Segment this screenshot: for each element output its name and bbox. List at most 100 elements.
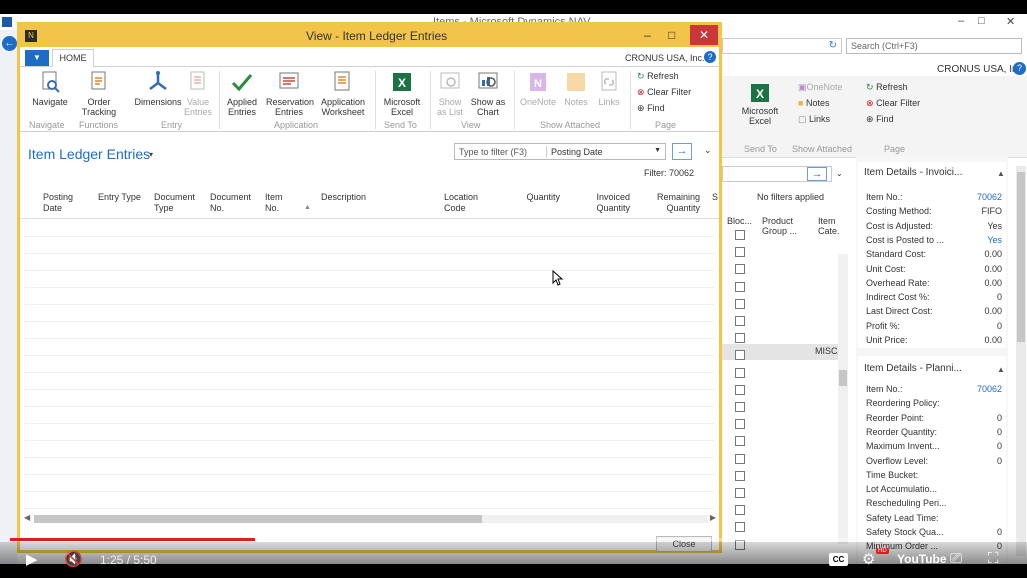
table-row[interactable] bbox=[24, 508, 714, 509]
tab-home[interactable]: HOME bbox=[52, 49, 94, 68]
chevron-down-icon[interactable]: ▾ bbox=[149, 150, 153, 159]
table-row[interactable] bbox=[24, 355, 714, 356]
links-button[interactable]: Links bbox=[594, 67, 624, 107]
blocked-checkbox[interactable] bbox=[735, 384, 745, 395]
table-row[interactable] bbox=[24, 304, 714, 305]
microsoft-excel-button[interactable]: X Microsoft Excel bbox=[380, 67, 424, 117]
filter-input[interactable]: Type to filter (F3) Posting Date ▼ bbox=[454, 143, 666, 160]
background-find-button[interactable]: ⊕ Find bbox=[866, 114, 894, 125]
background-col-blocked[interactable]: Bloc... bbox=[727, 216, 752, 226]
table-row[interactable] bbox=[24, 474, 714, 475]
table-row[interactable] bbox=[24, 491, 714, 492]
factbox-scrollbar[interactable] bbox=[1016, 166, 1026, 556]
minimize-icon[interactable]: – bbox=[644, 28, 651, 42]
table-row[interactable] bbox=[24, 321, 714, 322]
filter-arrow-icon[interactable]: → bbox=[672, 143, 692, 160]
close-icon[interactable]: ✕ bbox=[1006, 15, 1015, 28]
blocked-checkbox[interactable] bbox=[735, 247, 745, 258]
show-as-list-button[interactable]: Show as List bbox=[434, 67, 466, 117]
col-posting-date[interactable]: Posting Date bbox=[43, 192, 83, 214]
background-onenote-button[interactable]: ▣OneNote bbox=[798, 82, 843, 93]
chevron-down-icon[interactable]: ▼ bbox=[654, 147, 661, 154]
blocked-checkbox[interactable] bbox=[735, 470, 745, 481]
clear-filter-button[interactable]: ⊗ Clear Filter bbox=[637, 87, 691, 98]
blocked-checkbox[interactable] bbox=[735, 367, 745, 378]
background-col-product-group[interactable]: Product Group ... bbox=[762, 216, 806, 236]
table-row[interactable] bbox=[24, 372, 714, 373]
show-as-chart-button[interactable]: Show as Chart bbox=[468, 67, 508, 117]
col-truncated[interactable]: S bbox=[712, 192, 720, 203]
blocked-checkbox[interactable] bbox=[735, 298, 745, 309]
blocked-checkbox[interactable] bbox=[735, 505, 745, 516]
factbox-value[interactable]: Yes bbox=[987, 235, 1002, 245]
collapse-caret-icon[interactable]: ▲ bbox=[997, 365, 1005, 374]
refresh-icon[interactable]: ↻ bbox=[829, 40, 837, 51]
table-row[interactable] bbox=[24, 270, 714, 271]
background-refresh-button[interactable]: ↻ Refresh bbox=[866, 82, 908, 93]
factbox-planning-title[interactable]: Item Details - Planni... bbox=[864, 363, 962, 374]
help-icon[interactable]: ? bbox=[704, 51, 716, 63]
minimize-icon[interactable]: – bbox=[958, 15, 964, 27]
page-title[interactable]: Item Ledger Entries bbox=[28, 146, 150, 162]
col-document-type[interactable]: Document Type bbox=[154, 192, 202, 214]
background-notes-button[interactable]: ■ Notes bbox=[798, 98, 829, 108]
youtube-logo[interactable]: YouTube bbox=[897, 552, 947, 566]
table-row[interactable] bbox=[24, 236, 714, 237]
settings-gear-icon[interactable]: ⚙ bbox=[862, 550, 875, 568]
col-remaining-quantity[interactable]: Remaining Quantity bbox=[648, 192, 700, 214]
onenote-button[interactable]: N OneNote bbox=[518, 67, 558, 107]
blocked-checkbox[interactable] bbox=[735, 230, 745, 240]
col-item-no[interactable]: Item No. bbox=[265, 192, 295, 214]
close-icon[interactable]: ✕ bbox=[690, 25, 718, 45]
blocked-checkbox[interactable] bbox=[735, 316, 745, 326]
table-row[interactable] bbox=[24, 338, 714, 339]
mute-icon[interactable]: 🔇 bbox=[64, 550, 83, 568]
col-document-no[interactable]: Document No. bbox=[210, 192, 258, 214]
value-entries-button[interactable]: Value Entries bbox=[182, 67, 214, 117]
scrollbar-thumb[interactable] bbox=[34, 515, 482, 523]
background-clear-filter-button[interactable]: ⊗ Clear Filter bbox=[866, 98, 920, 109]
factbox-value[interactable]: 70062 bbox=[977, 384, 1002, 394]
table-row[interactable] bbox=[24, 287, 714, 288]
app-menu-dropdown-icon[interactable]: ▼ bbox=[25, 50, 49, 66]
blocked-checkbox[interactable] bbox=[735, 488, 745, 498]
order-tracking-button[interactable]: Order Tracking bbox=[78, 67, 120, 117]
horizontal-scrollbar[interactable]: ◀ ▶ bbox=[24, 513, 716, 525]
col-quantity[interactable]: Quantity bbox=[510, 192, 560, 203]
maximize-icon[interactable]: □ bbox=[668, 28, 675, 42]
refresh-button[interactable]: ↻ Refresh bbox=[637, 71, 679, 82]
table-row[interactable] bbox=[24, 440, 714, 441]
blocked-checkbox[interactable] bbox=[735, 419, 745, 430]
blocked-checkbox[interactable] bbox=[735, 453, 745, 464]
navigate-button[interactable]: Navigate bbox=[28, 67, 72, 107]
table-row[interactable] bbox=[24, 253, 714, 254]
application-worksheet-button[interactable]: Application Worksheet bbox=[317, 67, 369, 117]
scroll-left-icon[interactable]: ◀ bbox=[24, 513, 30, 522]
background-links-button[interactable]: ▢ Links bbox=[798, 114, 830, 125]
col-entry-type[interactable]: Entry Type bbox=[98, 192, 146, 203]
video-progress-bar[interactable] bbox=[10, 538, 1017, 541]
search-input[interactable]: Search (Ctrl+F3) bbox=[846, 38, 1022, 54]
notes-button[interactable]: Notes bbox=[560, 67, 592, 107]
col-location-code[interactable]: Location Code bbox=[444, 192, 488, 214]
background-filter-arrow-icon[interactable]: → bbox=[807, 167, 827, 181]
blocked-checkbox[interactable] bbox=[735, 436, 745, 447]
dimensions-button[interactable]: Dimensions bbox=[132, 67, 184, 107]
blocked-checkbox[interactable] bbox=[735, 522, 745, 533]
blocked-checkbox[interactable] bbox=[735, 350, 745, 361]
table-row[interactable] bbox=[24, 406, 714, 407]
maximize-icon[interactable]: □ bbox=[978, 15, 985, 27]
play-icon[interactable]: ▶ bbox=[26, 550, 38, 568]
help-icon[interactable]: ? bbox=[1013, 62, 1026, 75]
applied-entries-button[interactable]: Applied Entries bbox=[224, 67, 260, 117]
filter-field-select[interactable]: Posting Date bbox=[551, 147, 603, 157]
background-vertical-scrollbar[interactable] bbox=[838, 254, 848, 544]
col-description[interactable]: Description bbox=[321, 192, 366, 203]
table-row[interactable] bbox=[24, 423, 714, 424]
reservation-entries-button[interactable]: Reservation Entries bbox=[265, 67, 314, 117]
factbox-value[interactable]: 70062 bbox=[977, 192, 1002, 202]
blocked-checkbox[interactable] bbox=[735, 264, 745, 275]
back-arrow-icon[interactable]: ← bbox=[2, 36, 17, 51]
scrollbar-thumb[interactable] bbox=[839, 370, 847, 386]
chevron-down-icon[interactable]: ⌄ bbox=[704, 145, 712, 156]
